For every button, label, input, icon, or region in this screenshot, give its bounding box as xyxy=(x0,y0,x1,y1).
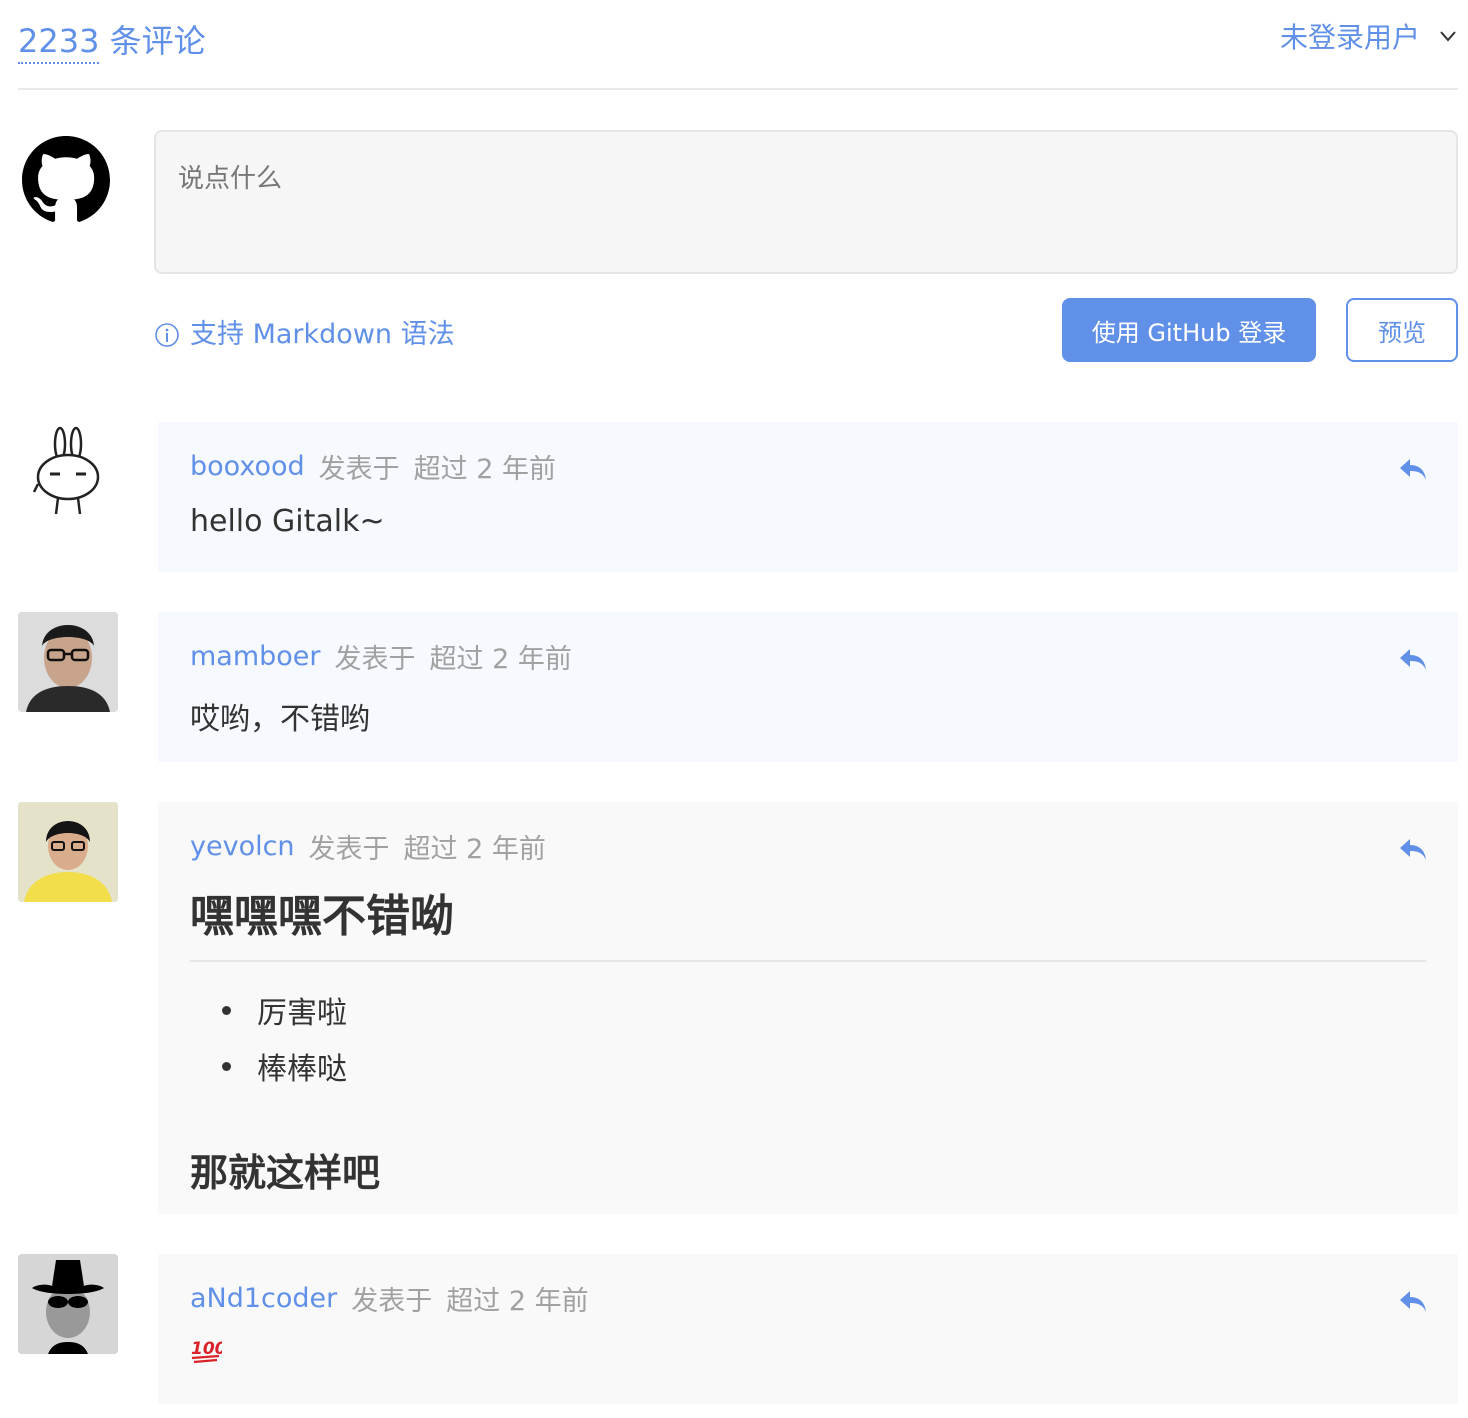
comment-count: 2233 条评论 xyxy=(18,16,206,64)
comment-bubble: mamboer 发表于 超过 2 年前 哎哟，不错哟 xyxy=(158,612,1458,762)
comment-meta: yevolcn 发表于 超过 2 年前 xyxy=(190,826,1426,866)
person-avatar-icon xyxy=(18,612,118,712)
comment-bubble: aNd1coder 发表于 超过 2 年前 100 xyxy=(158,1254,1458,1404)
preview-label: 预览 xyxy=(1378,318,1426,347)
avatar[interactable] xyxy=(18,422,118,522)
list-item: 棒棒哒 xyxy=(222,1038,1426,1094)
chevron-down-icon[interactable] xyxy=(1438,26,1458,46)
reply-icon[interactable] xyxy=(1398,836,1428,862)
reply-icon[interactable] xyxy=(1398,456,1428,482)
comment-time[interactable]: 超过 2 年前 xyxy=(446,1279,588,1318)
github-login-button[interactable]: 使用 GitHub 登录 xyxy=(1062,298,1316,362)
comment-time[interactable]: 超过 2 年前 xyxy=(404,827,546,866)
comment-author[interactable]: mamboer xyxy=(190,641,321,672)
github-login-label: 使用 GitHub 登录 xyxy=(1091,318,1287,347)
avatar[interactable] xyxy=(18,1254,118,1354)
comment-subheading: 那就这样吧 xyxy=(190,1151,381,1195)
list-item-text: 厉害啦 xyxy=(257,996,347,1031)
markdown-tip-label[interactable]: 支持 Markdown 语法 xyxy=(190,312,455,351)
comment-author[interactable]: aNd1coder xyxy=(190,1283,337,1314)
info-icon xyxy=(155,322,179,347)
user-menu[interactable]: 未登录用户 xyxy=(1280,16,1458,56)
comment-posted-label: 发表于 xyxy=(318,453,400,485)
comment-count-label: 条评论 xyxy=(99,22,206,60)
comment-bubble: booxood 发表于 超过 2 年前 hello Gitalk~ xyxy=(158,422,1458,572)
comment-author[interactable]: booxood xyxy=(190,451,305,482)
reply-icon[interactable] xyxy=(1398,1288,1428,1314)
reply-icon[interactable] xyxy=(1398,646,1428,672)
comments-header: 2233 条评论 未登录用户 xyxy=(18,0,1458,90)
100-emoji-icon: 100 xyxy=(191,1339,227,1364)
comment-posted-label: 发表于 xyxy=(334,643,416,675)
avatar[interactable] xyxy=(18,612,118,712)
comment-body: 哎哟，不错哟 xyxy=(190,702,370,737)
comment-textarea[interactable]: 说点什么 xyxy=(154,130,1458,274)
github-icon xyxy=(22,136,110,222)
comment-body: hello Gitalk~ xyxy=(190,504,385,539)
comment-posted-label: 发表于 xyxy=(351,1285,433,1317)
comment-time[interactable]: 超过 2 年前 xyxy=(430,637,572,676)
list-item: 厉害啦 xyxy=(222,982,1426,1038)
list-item-text: 棒棒哒 xyxy=(257,1052,347,1087)
comment-time[interactable]: 超过 2 年前 xyxy=(414,447,556,486)
avatar[interactable] xyxy=(18,802,118,902)
comment-posted-label: 发表于 xyxy=(308,833,390,865)
comment-meta: booxood 发表于 超过 2 年前 xyxy=(190,446,1426,486)
comment-count-number[interactable]: 2233 xyxy=(18,22,100,64)
comment-meta: aNd1coder 发表于 超过 2 年前 xyxy=(190,1278,1426,1318)
bullet-icon xyxy=(222,1005,231,1015)
person-avatar-icon xyxy=(18,802,118,902)
comment-bubble: yevolcn 发表于 超过 2 年前 嘿嘿嘿不错呦 厉害啦 棒棒哒 那就这样吧 xyxy=(158,802,1458,1214)
bullet-icon xyxy=(222,1061,231,1071)
comment-heading: 嘿嘿嘿不错呦 xyxy=(190,880,1426,962)
rabbit-avatar-icon xyxy=(32,426,100,515)
comment-author[interactable]: yevolcn xyxy=(190,831,295,862)
preview-button[interactable]: 预览 xyxy=(1346,298,1458,362)
spy-avatar-icon xyxy=(18,1254,118,1354)
comment-list: 厉害啦 棒棒哒 xyxy=(190,982,1426,1094)
comment-body: 100 xyxy=(190,1332,1426,1372)
user-menu-label[interactable]: 未登录用户 xyxy=(1280,16,1420,56)
comment-textarea-placeholder: 说点什么 xyxy=(178,164,283,194)
comment-meta: mamboer 发表于 超过 2 年前 xyxy=(190,636,1426,676)
markdown-tip-link[interactable]: 支持 Markdown 语法 xyxy=(154,312,455,351)
